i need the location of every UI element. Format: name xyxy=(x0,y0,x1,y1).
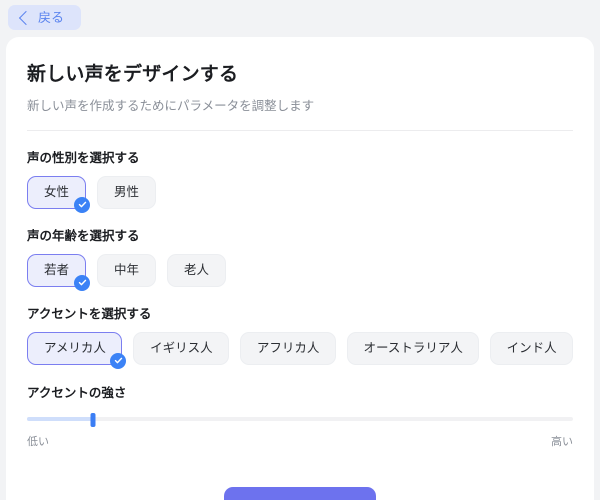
age-option-middle[interactable]: 中年 xyxy=(97,253,157,287)
back-button-label: 戻る xyxy=(38,10,65,25)
accent-strength-section: アクセントの強さ 低い 高い xyxy=(27,382,573,449)
gender-section: 声の性別を選択する 女性 男性 xyxy=(27,147,573,213)
design-voice-card: 新しい声をデザインする 新しい声を作成するためにパラメータを調整します 声の性別… xyxy=(6,37,594,500)
accent-option-american-label: アメリカ人 xyxy=(44,340,106,355)
gender-options: 女性 男性 xyxy=(27,176,573,213)
accent-option-indian-label: インド人 xyxy=(506,340,557,355)
generate-button[interactable]: 生成する xyxy=(224,486,376,500)
slider-fill xyxy=(27,416,93,421)
age-section: 声の年齢を選択する 若者 中年 老人 xyxy=(27,225,573,291)
accent-option-african-label: アフリカ人 xyxy=(256,340,320,355)
accent-option-american[interactable]: アメリカ人 xyxy=(27,331,127,369)
accent-section-label: アクセントを選択する xyxy=(27,306,152,321)
header-divider xyxy=(27,130,573,131)
accent-option-australian-label: オーストラリア人 xyxy=(363,340,463,355)
accent-option-british-label: イギリス人 xyxy=(150,340,213,355)
accent-strength-slider[interactable] xyxy=(27,412,573,427)
top-bar: 戻る xyxy=(0,0,600,37)
gender-section-label: 声の性別を選択する xyxy=(27,151,140,165)
gender-option-male[interactable]: 男性 xyxy=(97,176,157,209)
accent-section: アクセントを選択する アメリカ人 イギリス人 アフリカ人 オーストラリア人 イン… xyxy=(27,303,574,369)
slider-thumb[interactable] xyxy=(90,412,96,427)
age-option-young[interactable]: 若者 xyxy=(27,253,91,291)
gender-option-female[interactable]: 女性 xyxy=(27,176,91,213)
age-option-middle-label: 中年 xyxy=(114,262,140,277)
accent-options: アメリカ人 イギリス人 アフリカ人 オーストラリア人 インド人 xyxy=(27,331,574,369)
gender-option-male-label: 男性 xyxy=(114,185,140,199)
footer-actions: 生成する xyxy=(27,486,573,500)
slider-track xyxy=(27,416,573,421)
age-option-old[interactable]: 老人 xyxy=(167,253,227,287)
age-option-young-label: 若者 xyxy=(44,262,70,277)
accent-strength-label: アクセントの強さ xyxy=(27,385,127,400)
age-options: 若者 中年 老人 xyxy=(27,253,573,291)
slider-max-label: 高い xyxy=(551,435,573,448)
check-icon xyxy=(110,352,127,369)
back-button[interactable]: 戻る xyxy=(8,5,82,30)
check-icon xyxy=(74,196,91,213)
accent-option-indian[interactable]: インド人 xyxy=(489,331,574,365)
gender-option-female-label: 女性 xyxy=(44,185,70,199)
accent-option-african[interactable]: アフリカ人 xyxy=(239,331,336,365)
page-title: 新しい声をデザインする xyxy=(27,64,239,85)
chevron-left-icon xyxy=(18,10,34,25)
page-subtitle: 新しい声を作成するためにパラメータを調整します xyxy=(27,99,315,113)
accent-option-australian[interactable]: オーストラリア人 xyxy=(346,331,479,365)
check-icon xyxy=(74,274,91,291)
age-option-old-label: 老人 xyxy=(184,262,210,277)
age-section-label: 声の年齢を選択する xyxy=(27,228,140,243)
slider-end-labels: 低い 高い xyxy=(27,433,573,449)
accent-option-british[interactable]: イギリス人 xyxy=(133,331,229,365)
slider-min-label: 低い xyxy=(27,435,49,448)
